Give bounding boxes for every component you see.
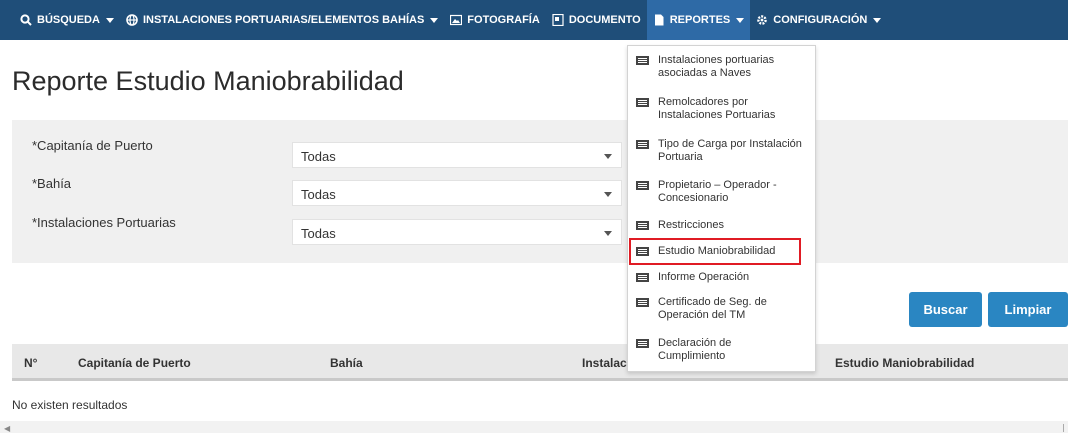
form-row-capitania: *Capitanía de Puerto Todas: [12, 136, 1068, 168]
instalaciones-select-value: Todas: [301, 226, 336, 241]
report-icon: [636, 221, 649, 230]
report-icon: [636, 56, 649, 65]
report-icon: [636, 181, 649, 190]
menu-item-propietario[interactable]: Propietario – Operador - Concesionario: [636, 179, 812, 205]
menu-item-label-line2: Operación del TM: [658, 309, 746, 321]
nav-fotografia[interactable]: FOTOGRAFÍA: [444, 0, 546, 40]
nav-instalaciones[interactable]: INSTALACIONES PORTUARIAS/ELEMENTOS BAHÍA…: [120, 0, 444, 40]
column-capitania: Capitanía de Puerto: [78, 356, 191, 370]
menu-item-certificado[interactable]: Certificado de Seg. de Operación del TM: [636, 296, 812, 322]
capitania-label: *Capitanía de Puerto: [32, 138, 153, 153]
nav-busqueda[interactable]: BÚSQUEDA: [14, 0, 120, 40]
empty-results-message: No existen resultados: [12, 398, 128, 412]
menu-item-label-line2: Concesionario: [658, 192, 729, 204]
form-row-instalaciones: *Instalaciones Portuarias Todas: [12, 213, 1068, 245]
report-icon: [636, 339, 649, 348]
nav-busqueda-label: BÚSQUEDA: [37, 14, 100, 26]
column-estudio: Estudio Maniobrabilidad: [835, 356, 975, 370]
bahia-select-value: Todas: [301, 187, 336, 202]
report-icon: [636, 140, 649, 149]
filter-panel: *Capitanía de Puerto Todas *Bahía Todas …: [12, 120, 1068, 263]
image-icon: [450, 14, 463, 26]
column-bahia: Bahía: [330, 356, 363, 370]
menu-item-label: Instalaciones portuarias: [658, 54, 775, 66]
menu-item-declaracion[interactable]: Declaración de Cumplimiento: [636, 337, 812, 363]
document-icon: [552, 14, 564, 26]
column-instalaciones: Instalac: [582, 356, 627, 370]
reportes-dropdown-menu: Instalaciones portuarias asociadas a Nav…: [627, 45, 816, 372]
highlight-box: [629, 238, 801, 265]
nav-configuracion-label: CONFIGURACIÓN: [773, 14, 868, 26]
menu-item-label: Restricciones: [658, 219, 725, 231]
top-navbar: BÚSQUEDA INSTALACIONES PORTUARIAS/ELEMEN…: [0, 0, 1068, 40]
capitania-select[interactable]: Todas: [292, 142, 622, 168]
form-row-bahia: *Bahía Todas: [12, 174, 1068, 206]
chevron-down-icon: [430, 17, 439, 23]
table-header: N° Capitanía de Puerto Bahía Instalac Es…: [12, 344, 1068, 381]
chevron-down-icon: [736, 17, 745, 23]
menu-item-instalaciones-naves[interactable]: Instalaciones portuarias asociadas a Nav…: [636, 54, 812, 80]
bahia-label: *Bahía: [32, 176, 72, 191]
menu-item-label: Tipo de Carga por Instalación: [658, 138, 802, 150]
instalaciones-label: *Instalaciones Portuarias: [32, 215, 176, 230]
menu-item-remolcadores[interactable]: Remolcadores por Instalaciones Portuaria…: [636, 96, 812, 122]
nav-configuracion[interactable]: CONFIGURACIÓN: [750, 0, 887, 40]
nav-reportes[interactable]: REPORTES: [646, 0, 751, 40]
menu-item-tipo-carga[interactable]: Tipo de Carga por Instalación Portuaria: [636, 138, 812, 164]
search-button[interactable]: Buscar: [909, 292, 982, 327]
menu-item-label: Declaración de: [658, 337, 732, 349]
menu-item-label: Remolcadores por: [658, 96, 748, 108]
scroll-left-icon[interactable]: ◀: [4, 424, 10, 433]
chevron-down-icon: [873, 17, 882, 23]
nav-instalaciones-label: INSTALACIONES PORTUARIAS/ELEMENTOS BAHÍA…: [142, 14, 425, 26]
report-icon: [636, 98, 649, 107]
instalaciones-select[interactable]: Todas: [292, 219, 622, 245]
gear-icon: [756, 14, 768, 26]
report-icon: [636, 273, 649, 282]
menu-item-label-line2: asociadas a Naves: [658, 67, 751, 79]
horizontal-scrollbar[interactable]: ◀: [0, 421, 1068, 433]
globe-icon: [126, 14, 138, 26]
column-number: N°: [24, 356, 38, 370]
chevron-down-icon: [105, 17, 114, 23]
nav-documento[interactable]: DOCUMENTO: [546, 0, 647, 40]
menu-item-informe-operacion[interactable]: Informe Operación: [636, 271, 812, 284]
nav-reportes-label: REPORTES: [669, 14, 731, 26]
dropdown-arrow-icon: [604, 154, 612, 159]
page-title: Reporte Estudio Maniobrabilidad: [12, 66, 404, 96]
menu-item-label-line2: Cumplimiento: [658, 350, 726, 362]
clear-button[interactable]: Limpiar: [988, 292, 1068, 327]
menu-item-label: Certificado de Seg. de: [658, 296, 767, 308]
search-icon: [20, 14, 32, 26]
nav-fotografia-label: FOTOGRAFÍA: [467, 14, 540, 26]
capitania-select-value: Todas: [301, 149, 336, 164]
dropdown-arrow-icon: [604, 192, 612, 197]
file-icon: [653, 14, 665, 26]
report-icon: [636, 298, 649, 307]
menu-item-label: Informe Operación: [658, 271, 750, 283]
nav-documento-label: DOCUMENTO: [568, 14, 641, 26]
menu-item-label: Propietario – Operador -: [658, 179, 777, 191]
menu-item-label-line2: Portuaria: [658, 151, 703, 163]
menu-item-restricciones[interactable]: Restricciones: [636, 219, 812, 232]
dropdown-arrow-icon: [604, 231, 612, 236]
scroll-right-icon[interactable]: [1063, 424, 1064, 432]
bahia-select[interactable]: Todas: [292, 180, 622, 206]
menu-item-label-line2: Instalaciones Portuarias: [658, 109, 776, 121]
